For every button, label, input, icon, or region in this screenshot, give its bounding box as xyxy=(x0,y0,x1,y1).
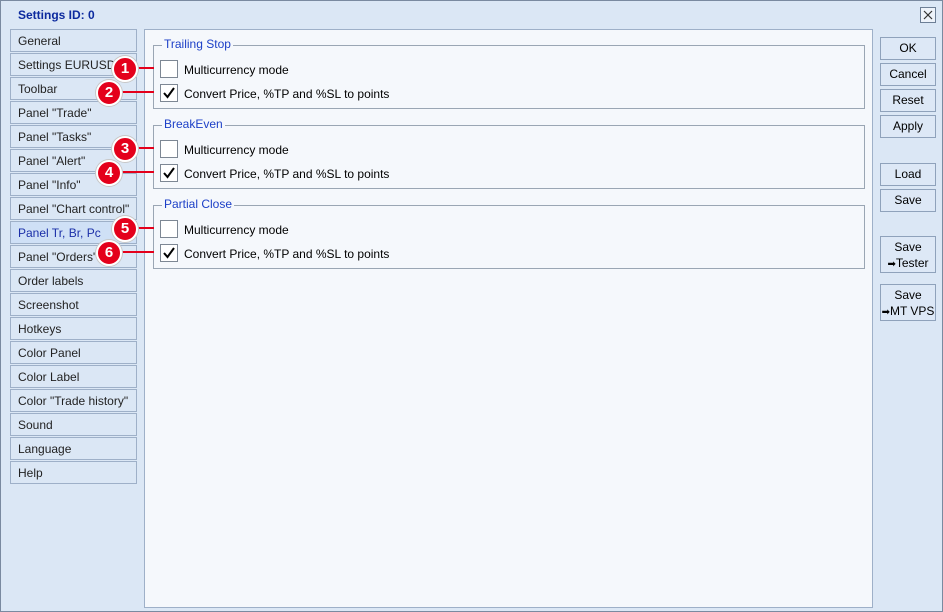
sidebar-item-order-labels[interactable]: Order labels xyxy=(10,269,137,292)
option-label: Convert Price, %TP and %SL to points xyxy=(184,247,390,261)
option-label: Convert Price, %TP and %SL to points xyxy=(184,87,390,101)
sidebar-item-help[interactable]: Help xyxy=(10,461,137,484)
annotation-leader xyxy=(137,227,154,229)
sidebar-item-color-trade-history[interactable]: Color "Trade history" xyxy=(10,389,137,412)
sidebar-item-panel-trade[interactable]: Panel "Trade" xyxy=(10,101,137,124)
annotation-leader xyxy=(121,171,154,173)
checkbox[interactable] xyxy=(160,140,178,158)
annotation-leader xyxy=(137,67,154,69)
settings-window: Settings ID: 0 General Settings EURUSD T… xyxy=(0,0,943,612)
save-vps-button[interactable]: Save ➡MT VPS xyxy=(880,284,936,321)
annotation-badge: 5 xyxy=(112,216,138,242)
option-label: Multicurrency mode xyxy=(184,63,289,77)
load-button[interactable]: Load xyxy=(880,163,936,186)
sidebar-item-screenshot[interactable]: Screenshot xyxy=(10,293,137,316)
checkbox[interactable] xyxy=(160,220,178,238)
right-arrow-icon: ➡ xyxy=(887,259,896,270)
title-bar: Settings ID: 0 xyxy=(1,1,942,27)
annotation-badge: 1 xyxy=(112,56,138,82)
apply-button[interactable]: Apply xyxy=(880,115,936,138)
save-button[interactable]: Save xyxy=(880,189,936,212)
option-label: Multicurrency mode xyxy=(184,223,289,237)
checkbox[interactable] xyxy=(160,244,178,262)
sidebar-item-hotkeys[interactable]: Hotkeys xyxy=(10,317,137,340)
group-title: Trailing Stop xyxy=(162,37,233,51)
annotation-leader xyxy=(121,251,154,253)
window-title: Settings ID: 0 xyxy=(18,8,95,22)
partial-close-group: Partial Close Multicurrency mode Convert… xyxy=(153,197,865,269)
checkmark-icon xyxy=(163,87,175,99)
annotation-badge: 2 xyxy=(96,80,122,106)
cancel-button[interactable]: Cancel xyxy=(880,63,936,86)
reset-button[interactable]: Reset xyxy=(880,89,936,112)
group-title: Partial Close xyxy=(162,197,235,211)
option-label: Convert Price, %TP and %SL to points xyxy=(184,167,390,181)
annotation-leader xyxy=(137,147,154,149)
option-label: Multicurrency mode xyxy=(184,143,289,157)
button-line: Save xyxy=(894,240,922,254)
annotation-badge: 3 xyxy=(112,136,138,162)
sidebar-item-general[interactable]: General xyxy=(10,29,137,52)
right-arrow-icon: ➡ xyxy=(881,307,890,318)
close-button[interactable] xyxy=(920,7,936,23)
breakeven-group: BreakEven Multicurrency mode Convert Pri… xyxy=(153,117,865,189)
sidebar-item-color-panel[interactable]: Color Panel xyxy=(10,341,137,364)
group-title: BreakEven xyxy=(162,117,225,131)
trailing-stop-group: Trailing Stop Multicurrency mode Convert… xyxy=(153,37,865,109)
sidebar-item-language[interactable]: Language xyxy=(10,437,137,460)
button-line: Save xyxy=(894,288,922,302)
button-line: ➡Tester xyxy=(881,255,935,273)
annotation-badge: 4 xyxy=(96,160,122,186)
settings-content: Trailing Stop Multicurrency mode Convert… xyxy=(144,29,873,608)
checkmark-icon xyxy=(163,247,175,259)
button-line: ➡MT VPS xyxy=(881,303,935,321)
checkbox[interactable] xyxy=(160,60,178,78)
checkbox[interactable] xyxy=(160,164,178,182)
ok-button[interactable]: OK xyxy=(880,37,936,60)
sidebar-item-color-label[interactable]: Color Label xyxy=(10,365,137,388)
close-icon xyxy=(923,10,933,20)
save-tester-button[interactable]: Save ➡Tester xyxy=(880,236,936,273)
annotation-leader xyxy=(121,91,154,93)
annotation-badge: 6 xyxy=(96,240,122,266)
checkmark-icon xyxy=(163,167,175,179)
checkbox[interactable] xyxy=(160,84,178,102)
button-line-text: Tester xyxy=(895,256,929,270)
button-line-text: MT VPS xyxy=(889,304,935,318)
sidebar-item-sound[interactable]: Sound xyxy=(10,413,137,436)
